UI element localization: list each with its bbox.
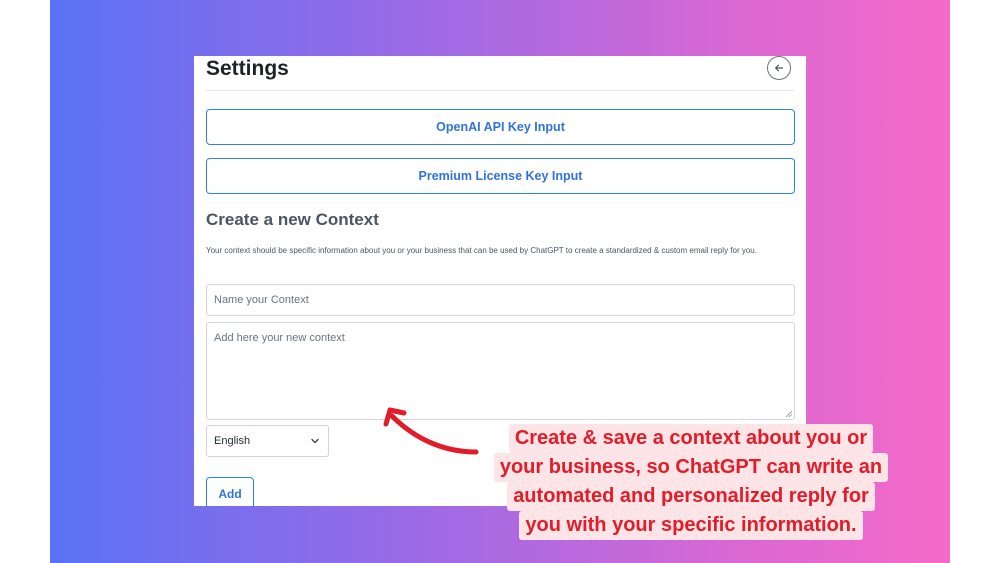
openai-api-key-button[interactable]: OpenAI API Key Input — [206, 109, 795, 145]
language-select[interactable]: English — [206, 425, 329, 457]
context-description: Your context should be specific informat… — [206, 246, 757, 255]
callout-line: automated and personalized reply for — [507, 482, 875, 511]
resize-grip-icon[interactable] — [784, 409, 793, 418]
language-selected-value: English — [214, 435, 251, 447]
callout-annotation: Create & save a context about you or you… — [486, 424, 896, 548]
page-title: Settings — [206, 57, 289, 80]
callout-line: you with your specific information. — [519, 511, 863, 540]
header-divider — [206, 90, 794, 91]
add-context-button[interactable]: Add — [206, 477, 254, 506]
arrow-left-icon — [775, 64, 784, 72]
context-textarea[interactable] — [206, 322, 795, 420]
premium-license-key-button[interactable]: Premium License Key Input — [206, 158, 795, 194]
back-button[interactable] — [767, 56, 791, 80]
context-name-input[interactable] — [206, 284, 795, 316]
callout-line: Create & save a context about you or — [508, 424, 874, 453]
create-context-heading: Create a new Context — [206, 210, 379, 229]
chevron-down-icon — [311, 438, 319, 444]
curved-arrow-icon — [383, 407, 479, 455]
callout-line: your business, so ChatGPT can write an — [493, 453, 889, 482]
